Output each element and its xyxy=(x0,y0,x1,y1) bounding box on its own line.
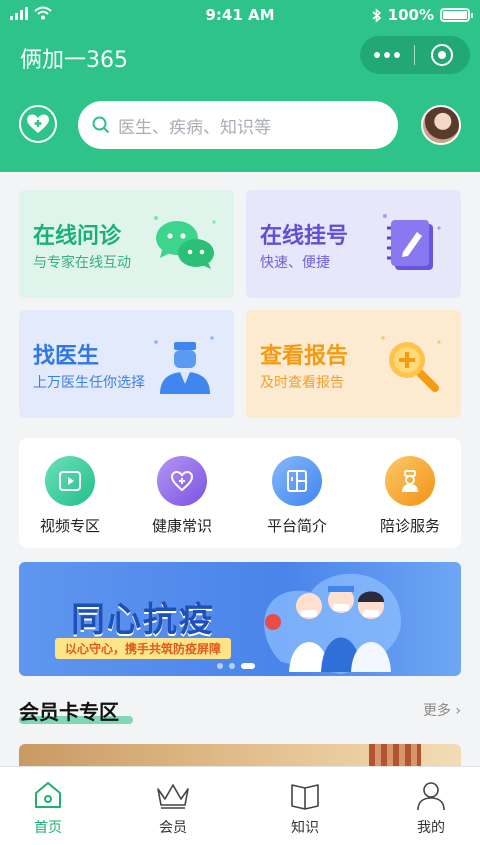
target-icon xyxy=(431,44,453,66)
quick-action-escort[interactable]: 陪诊服务 xyxy=(360,456,460,536)
tab-mine[interactable]: 我的 xyxy=(391,779,471,837)
notebook-icon xyxy=(383,214,441,270)
user-icon xyxy=(417,782,445,811)
home-icon xyxy=(35,782,61,808)
banner-illustration xyxy=(264,573,401,674)
card-online-consultation[interactable]: 在线问诊 与专家在线互动 xyxy=(19,190,234,298)
banner-title: 同心抗疫 xyxy=(71,600,215,640)
card-subtitle: 快速、便捷 xyxy=(260,255,330,271)
tab-label: 首页 xyxy=(34,820,62,836)
card-subtitle: 上万医生任你选择 xyxy=(33,375,145,391)
quick-action-health[interactable]: 健康常识 xyxy=(132,456,232,536)
bluetooth-icon xyxy=(372,7,381,23)
close-button[interactable] xyxy=(415,36,469,74)
banner-slogan: 以心守心，携手共筑防疫屏障 xyxy=(55,638,232,659)
promo-banner[interactable]: 同心抗疫 以心守心，携手共筑防疫屏障 xyxy=(19,562,461,676)
nurse-icon xyxy=(385,456,435,506)
magnifier-plus-icon xyxy=(381,336,441,392)
mini-program-capsule xyxy=(360,36,470,74)
quick-action-intro[interactable]: 平台简介 xyxy=(247,456,347,536)
chevron-right-icon: › xyxy=(455,703,461,719)
tab-label: 会员 xyxy=(159,820,187,836)
section-title: 会员卡专区 xyxy=(19,700,119,724)
tab-bar: 首页 会员 知识 我的 xyxy=(0,766,480,845)
card-find-doctor[interactable]: 找医生 上万医生任你选择 xyxy=(19,310,234,418)
book-icon xyxy=(291,784,319,810)
card-subtitle: 及时查看报告 xyxy=(260,375,344,391)
carousel-indicator xyxy=(217,663,255,669)
app-logo-button[interactable] xyxy=(19,105,57,143)
quick-action-video[interactable]: 视频专区 xyxy=(20,456,120,536)
quick-actions: 视频专区 健康常识 平台简介 陪诊服务 xyxy=(19,438,461,548)
avatar[interactable] xyxy=(421,105,461,145)
app-title: 俩加一365 xyxy=(20,48,128,73)
tab-label: 我的 xyxy=(417,820,445,836)
card-title: 在线问诊 xyxy=(33,224,122,249)
more-button[interactable] xyxy=(360,36,414,74)
crown-icon xyxy=(157,784,189,809)
header: 9:41 AM 100% 俩加一365 医生、疾病、知识等 xyxy=(0,0,480,172)
search-input[interactable]: 医生、疾病、知识等 xyxy=(78,101,398,149)
status-bar: 9:41 AM 100% xyxy=(0,0,480,30)
tab-label: 知识 xyxy=(291,820,319,836)
tab-member[interactable]: 会员 xyxy=(133,779,213,837)
more-label: 更多 xyxy=(422,703,451,719)
battery-percent: 100% xyxy=(387,6,434,24)
card-online-registration[interactable]: 在线挂号 快速、便捷 xyxy=(246,190,461,298)
card-view-report[interactable]: 查看报告 及时查看报告 xyxy=(246,310,461,418)
wechat-chat-icon xyxy=(154,216,216,269)
quick-action-label: 陪诊服务 xyxy=(379,517,440,535)
search-icon xyxy=(92,116,110,134)
card-title: 在线挂号 xyxy=(260,224,349,249)
card-title: 查看报告 xyxy=(260,344,349,369)
quick-action-label: 视频专区 xyxy=(39,517,100,535)
tab-knowledge[interactable]: 知识 xyxy=(265,779,345,837)
heart-plus-icon xyxy=(27,114,49,133)
card-subtitle: 与专家在线互动 xyxy=(33,255,131,271)
quick-action-label: 平台简介 xyxy=(266,517,327,535)
tab-home[interactable]: 首页 xyxy=(8,779,88,837)
building-icon xyxy=(272,456,322,506)
doctor-icon xyxy=(154,336,214,394)
quick-action-label: 健康常识 xyxy=(151,517,212,535)
video-icon xyxy=(45,456,95,506)
more-link[interactable]: 更多 › xyxy=(423,700,461,720)
battery-icon xyxy=(440,8,473,22)
heart-plus-icon xyxy=(157,456,207,506)
card-title: 找医生 xyxy=(33,344,100,369)
search-placeholder: 医生、疾病、知识等 xyxy=(118,117,271,138)
